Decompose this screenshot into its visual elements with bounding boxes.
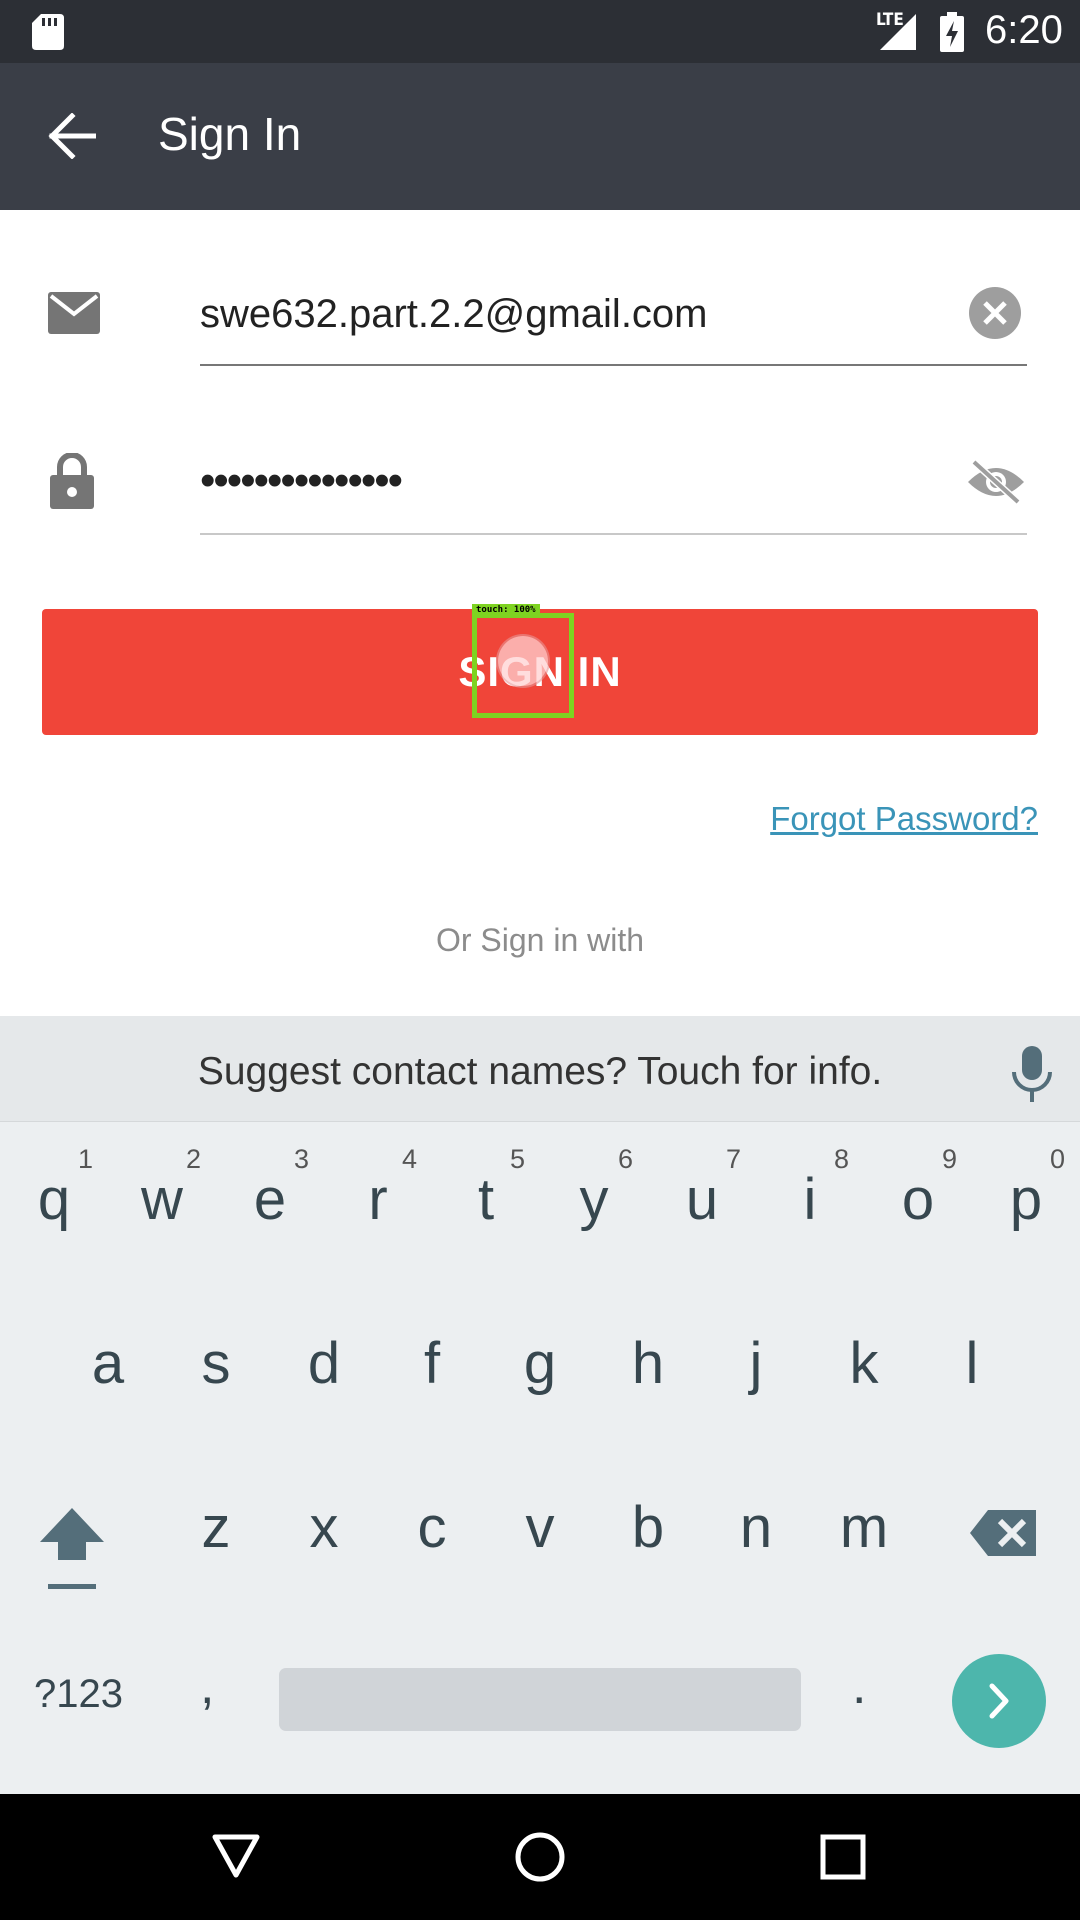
sd-card-icon: [32, 14, 64, 50]
key-r[interactable]: r: [324, 1166, 432, 1233]
enter-key[interactable]: [952, 1654, 1046, 1748]
key-x[interactable]: x: [270, 1494, 378, 1561]
clear-circle-icon[interactable]: [968, 286, 1022, 340]
symbols-key[interactable]: ?123: [34, 1672, 123, 1717]
key-k[interactable]: k: [810, 1330, 918, 1397]
email-value: swe632.part.2.2@gmail.com: [200, 292, 708, 336]
key-n[interactable]: n: [702, 1494, 810, 1561]
app-bar: Sign In: [0, 63, 1080, 210]
key-z[interactable]: z: [162, 1494, 270, 1561]
touch-highlight-box: [472, 613, 574, 718]
period-key[interactable]: .: [852, 1656, 866, 1716]
envelope-icon: [48, 292, 100, 334]
suggestion-strip[interactable]: Suggest contact names? Touch for info.: [0, 1016, 1080, 1122]
key-p[interactable]: p: [972, 1166, 1080, 1233]
battery-charging-icon: [940, 12, 964, 52]
password-field[interactable]: •••••••••••••••: [200, 440, 1027, 535]
password-value: •••••••••••••••: [200, 456, 403, 505]
chevron-right-icon: [989, 1683, 1009, 1719]
navigation-bar: [0, 1794, 1080, 1920]
microphone-icon[interactable]: [1010, 1046, 1054, 1102]
key-j[interactable]: j: [702, 1330, 810, 1397]
key-d[interactable]: d: [270, 1330, 378, 1397]
touch-label: touch: 100%: [472, 604, 540, 616]
status-bar: LTE 6:20: [0, 0, 1080, 63]
status-clock: 6:20: [985, 8, 1063, 52]
arrow-back-icon[interactable]: [48, 113, 96, 159]
key-q[interactable]: q: [0, 1166, 108, 1233]
nav-home-icon[interactable]: [515, 1832, 565, 1882]
keyboard: Suggest contact names? Touch for info. 1…: [0, 1016, 1080, 1794]
key-c[interactable]: c: [378, 1494, 486, 1561]
suggestion-text: Suggest contact names? Touch for info.: [197, 1050, 883, 1093]
or-sign-in-with-label: Or Sign in with: [435, 922, 645, 958]
key-s[interactable]: s: [162, 1330, 270, 1397]
email-field[interactable]: swe632.part.2.2@gmail.com: [200, 270, 1027, 366]
key-h[interactable]: h: [594, 1330, 702, 1397]
key-v[interactable]: v: [486, 1494, 594, 1561]
lock-icon: [50, 453, 94, 509]
signal-icon: [880, 14, 916, 50]
key-l[interactable]: l: [918, 1330, 1026, 1397]
key-o[interactable]: o: [864, 1166, 972, 1233]
key-w[interactable]: w: [108, 1166, 216, 1233]
nav-back-icon[interactable]: [212, 1834, 260, 1878]
key-g[interactable]: g: [486, 1330, 594, 1397]
eye-off-icon[interactable]: [966, 458, 1026, 506]
key-a[interactable]: a: [54, 1330, 162, 1397]
key-y[interactable]: y: [540, 1166, 648, 1233]
key-f[interactable]: f: [378, 1330, 486, 1397]
forgot-password-link[interactable]: Forgot Password?: [700, 800, 1038, 838]
key-e[interactable]: e: [216, 1166, 324, 1233]
key-t[interactable]: t: [432, 1166, 540, 1233]
nav-recents-icon[interactable]: [820, 1834, 866, 1880]
comma-key[interactable]: ,: [200, 1656, 214, 1716]
key-m[interactable]: m: [810, 1494, 918, 1561]
key-u[interactable]: u: [648, 1166, 756, 1233]
page-title: Sign In: [158, 108, 302, 160]
key-i[interactable]: i: [756, 1166, 864, 1233]
backspace-icon[interactable]: [970, 1510, 1036, 1556]
key-b[interactable]: b: [594, 1494, 702, 1561]
shift-icon[interactable]: [40, 1506, 104, 1592]
space-key[interactable]: [279, 1668, 801, 1731]
